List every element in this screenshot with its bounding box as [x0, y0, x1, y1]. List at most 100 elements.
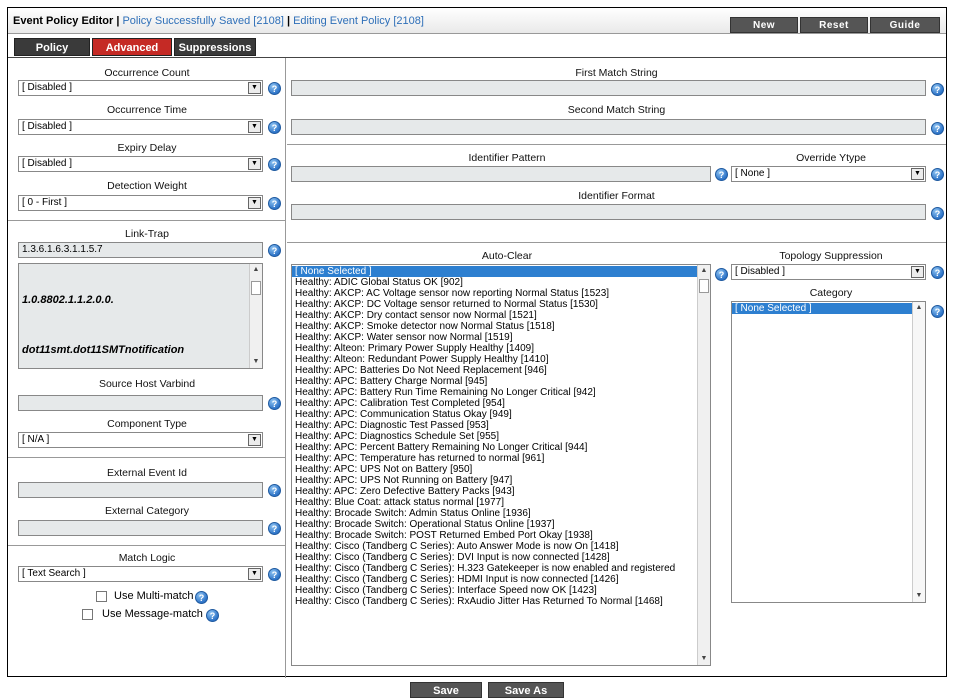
- detection-weight-select[interactable]: [ 0 - First ] ▼: [18, 195, 263, 211]
- identifier-pattern-input[interactable]: [291, 166, 711, 182]
- help-icon[interactable]: ?: [931, 168, 944, 181]
- help-icon[interactable]: ?: [195, 591, 208, 604]
- help-icon[interactable]: ?: [268, 197, 281, 210]
- help-icon[interactable]: ?: [715, 168, 728, 181]
- scrollbar[interactable]: ▲ ▼: [912, 302, 925, 602]
- auto-clear-list-item[interactable]: Healthy: APC: Zero Defective Battery Pac…: [292, 486, 697, 497]
- scroll-down-icon[interactable]: ▼: [698, 653, 710, 665]
- scroll-up-icon[interactable]: ▲: [913, 302, 925, 314]
- auto-clear-list-item[interactable]: Healthy: Cisco (Tandberg C Series): H.32…: [292, 563, 697, 574]
- scrollbar-thumb[interactable]: [251, 281, 261, 295]
- link-trap-list-item[interactable]: 1.0.8802.1.1.2.0.0.: [22, 294, 114, 306]
- second-match-string-input[interactable]: [291, 119, 926, 135]
- new-button[interactable]: New: [730, 17, 798, 33]
- guide-button[interactable]: Guide: [870, 17, 940, 33]
- auto-clear-list-item[interactable]: Healthy: APC: Battery Charge Normal [945…: [292, 376, 697, 387]
- occurrence-count-select[interactable]: [ Disabled ] ▼: [18, 80, 263, 96]
- help-icon[interactable]: ?: [268, 397, 281, 410]
- help-icon[interactable]: ?: [931, 122, 944, 135]
- save-as-button[interactable]: Save As: [488, 682, 564, 698]
- divider: [287, 242, 946, 243]
- scroll-down-icon[interactable]: ▼: [250, 356, 262, 368]
- auto-clear-list-item[interactable]: Healthy: APC: UPS Not Running on Battery…: [292, 475, 697, 486]
- auto-clear-list-item[interactable]: Healthy: APC: Diagnostics Schedule Set […: [292, 431, 697, 442]
- occurrence-time-select[interactable]: [ Disabled ] ▼: [18, 119, 263, 135]
- auto-clear-list-item[interactable]: Healthy: APC: Communication Status Okay …: [292, 409, 697, 420]
- tab-advanced[interactable]: Advanced: [92, 38, 172, 56]
- save-button[interactable]: Save: [410, 682, 482, 698]
- scrollbar[interactable]: ▲ ▼: [249, 264, 262, 368]
- match-logic-select[interactable]: [ Text Search ] ▼: [18, 566, 263, 582]
- link-trap-input[interactable]: 1.3.6.1.6.3.1.1.5.7: [18, 242, 263, 258]
- auto-clear-list-item[interactable]: Healthy: APC: UPS Not on Battery [950]: [292, 464, 697, 475]
- auto-clear-list-item[interactable]: Healthy: APC: Batteries Do Not Need Repl…: [292, 365, 697, 376]
- auto-clear-list-item[interactable]: Healthy: Cisco (Tandberg C Series): Auto…: [292, 541, 697, 552]
- source-host-varbind-input[interactable]: [18, 395, 263, 411]
- auto-clear-list-item[interactable]: Healthy: AKCP: AC Voltage sensor now rep…: [292, 288, 697, 299]
- component-type-select[interactable]: [ N/A ] ▼: [18, 432, 263, 448]
- auto-clear-list-item[interactable]: Healthy: APC: Calibration Test Completed…: [292, 398, 697, 409]
- auto-clear-list-item[interactable]: [ None Selected ]: [292, 266, 697, 277]
- category-list[interactable]: [ None Selected ] ▲ ▼: [731, 301, 926, 603]
- auto-clear-list-item[interactable]: Healthy: Cisco (Tandberg C Series): HDMI…: [292, 574, 697, 585]
- auto-clear-list-item[interactable]: Healthy: Brocade Switch: Admin Status On…: [292, 508, 697, 519]
- external-category-input[interactable]: [18, 520, 263, 536]
- help-icon[interactable]: ?: [931, 83, 944, 96]
- scrollbar-thumb[interactable]: [699, 279, 709, 293]
- scroll-down-icon[interactable]: ▼: [913, 590, 925, 602]
- auto-clear-list-item[interactable]: Healthy: APC: Diagnostic Test Passed [95…: [292, 420, 697, 431]
- topology-suppression-select[interactable]: [ Disabled ] ▼: [731, 264, 926, 280]
- auto-clear-list-item[interactable]: Healthy: AKCP: DC Voltage sensor returne…: [292, 299, 697, 310]
- help-icon[interactable]: ?: [931, 266, 944, 279]
- auto-clear-list-item[interactable]: Healthy: Cisco (Tandberg C Series): RxAu…: [292, 596, 697, 607]
- auto-clear-list-item[interactable]: Healthy: AKCP: Smoke detector now Normal…: [292, 321, 697, 332]
- scroll-up-icon[interactable]: ▲: [250, 264, 262, 276]
- link-trap-list-item[interactable]: dot11smt.dot11SMTnotification: [22, 344, 184, 356]
- auto-clear-list-item[interactable]: Healthy: Cisco (Tandberg C Series): Inte…: [292, 585, 697, 596]
- scroll-up-icon[interactable]: ▲: [698, 265, 710, 277]
- override-ytype-select[interactable]: [ None ] ▼: [731, 166, 926, 182]
- help-icon[interactable]: ?: [268, 244, 281, 257]
- help-icon[interactable]: ?: [268, 568, 281, 581]
- use-message-match-checkbox[interactable]: [82, 609, 93, 620]
- link-trap-list[interactable]: 1.0.8802.1.1.2.0.0. dot11smt.dot11SMTnot…: [18, 263, 263, 369]
- external-category-label: External Category: [104, 505, 190, 517]
- auto-clear-list-item[interactable]: Healthy: Brocade Switch: Operational Sta…: [292, 519, 697, 530]
- help-icon[interactable]: ?: [715, 268, 728, 281]
- auto-clear-list-item[interactable]: Healthy: Brocade Switch: POST Returned E…: [292, 530, 697, 541]
- auto-clear-list-item[interactable]: Healthy: Cisco (Tandberg C Series): DVI …: [292, 552, 697, 563]
- auto-clear-list-item[interactable]: Healthy: Blue Coat: attack status normal…: [292, 497, 697, 508]
- identifier-pattern-label: Identifier Pattern: [468, 152, 546, 164]
- chevron-down-icon: ▼: [248, 197, 261, 209]
- help-icon[interactable]: ?: [206, 609, 219, 622]
- auto-clear-list-item[interactable]: Healthy: ADIC Global Status OK [902]: [292, 277, 697, 288]
- auto-clear-list-item[interactable]: Healthy: AKCP: Dry contact sensor now No…: [292, 310, 697, 321]
- help-icon[interactable]: ?: [931, 305, 944, 318]
- reset-button[interactable]: Reset: [800, 17, 868, 33]
- identifier-format-input[interactable]: [291, 204, 926, 220]
- use-multi-match-checkbox[interactable]: [96, 591, 107, 602]
- help-icon[interactable]: ?: [268, 522, 281, 535]
- expiry-delay-select[interactable]: [ Disabled ] ▼: [18, 156, 263, 172]
- help-icon[interactable]: ?: [268, 158, 281, 171]
- auto-clear-list[interactable]: [ None Selected ] Healthy: ADIC Global St…: [291, 264, 711, 666]
- auto-clear-list-item[interactable]: Healthy: AKCP: Water sensor now Normal […: [292, 332, 697, 343]
- auto-clear-list-item[interactable]: Healthy: APC: Percent Battery Remaining …: [292, 442, 697, 453]
- help-icon[interactable]: ?: [268, 82, 281, 95]
- auto-clear-list-item[interactable]: Healthy: APC: Battery Run Time Remaining…: [292, 387, 697, 398]
- scrollbar[interactable]: ▲ ▼: [697, 265, 710, 665]
- help-icon[interactable]: ?: [268, 121, 281, 134]
- use-multi-match-label: Use Multi-match: [114, 590, 194, 602]
- expiry-delay-label: Expiry Delay: [117, 142, 177, 154]
- chevron-down-icon: ▼: [248, 158, 261, 170]
- auto-clear-list-item[interactable]: Healthy: Alteon: Primary Power Supply He…: [292, 343, 697, 354]
- help-icon[interactable]: ?: [931, 207, 944, 220]
- tab-policy[interactable]: Policy: [14, 38, 90, 56]
- tab-suppressions[interactable]: Suppressions: [174, 38, 256, 56]
- category-list-item[interactable]: [ None Selected ]: [732, 303, 912, 314]
- help-icon[interactable]: ?: [268, 484, 281, 497]
- auto-clear-list-item[interactable]: Healthy: APC: Temperature has returned t…: [292, 453, 697, 464]
- auto-clear-list-item[interactable]: Healthy: Alteon: Redundant Power Supply …: [292, 354, 697, 365]
- first-match-string-input[interactable]: [291, 80, 926, 96]
- external-event-id-input[interactable]: [18, 482, 263, 498]
